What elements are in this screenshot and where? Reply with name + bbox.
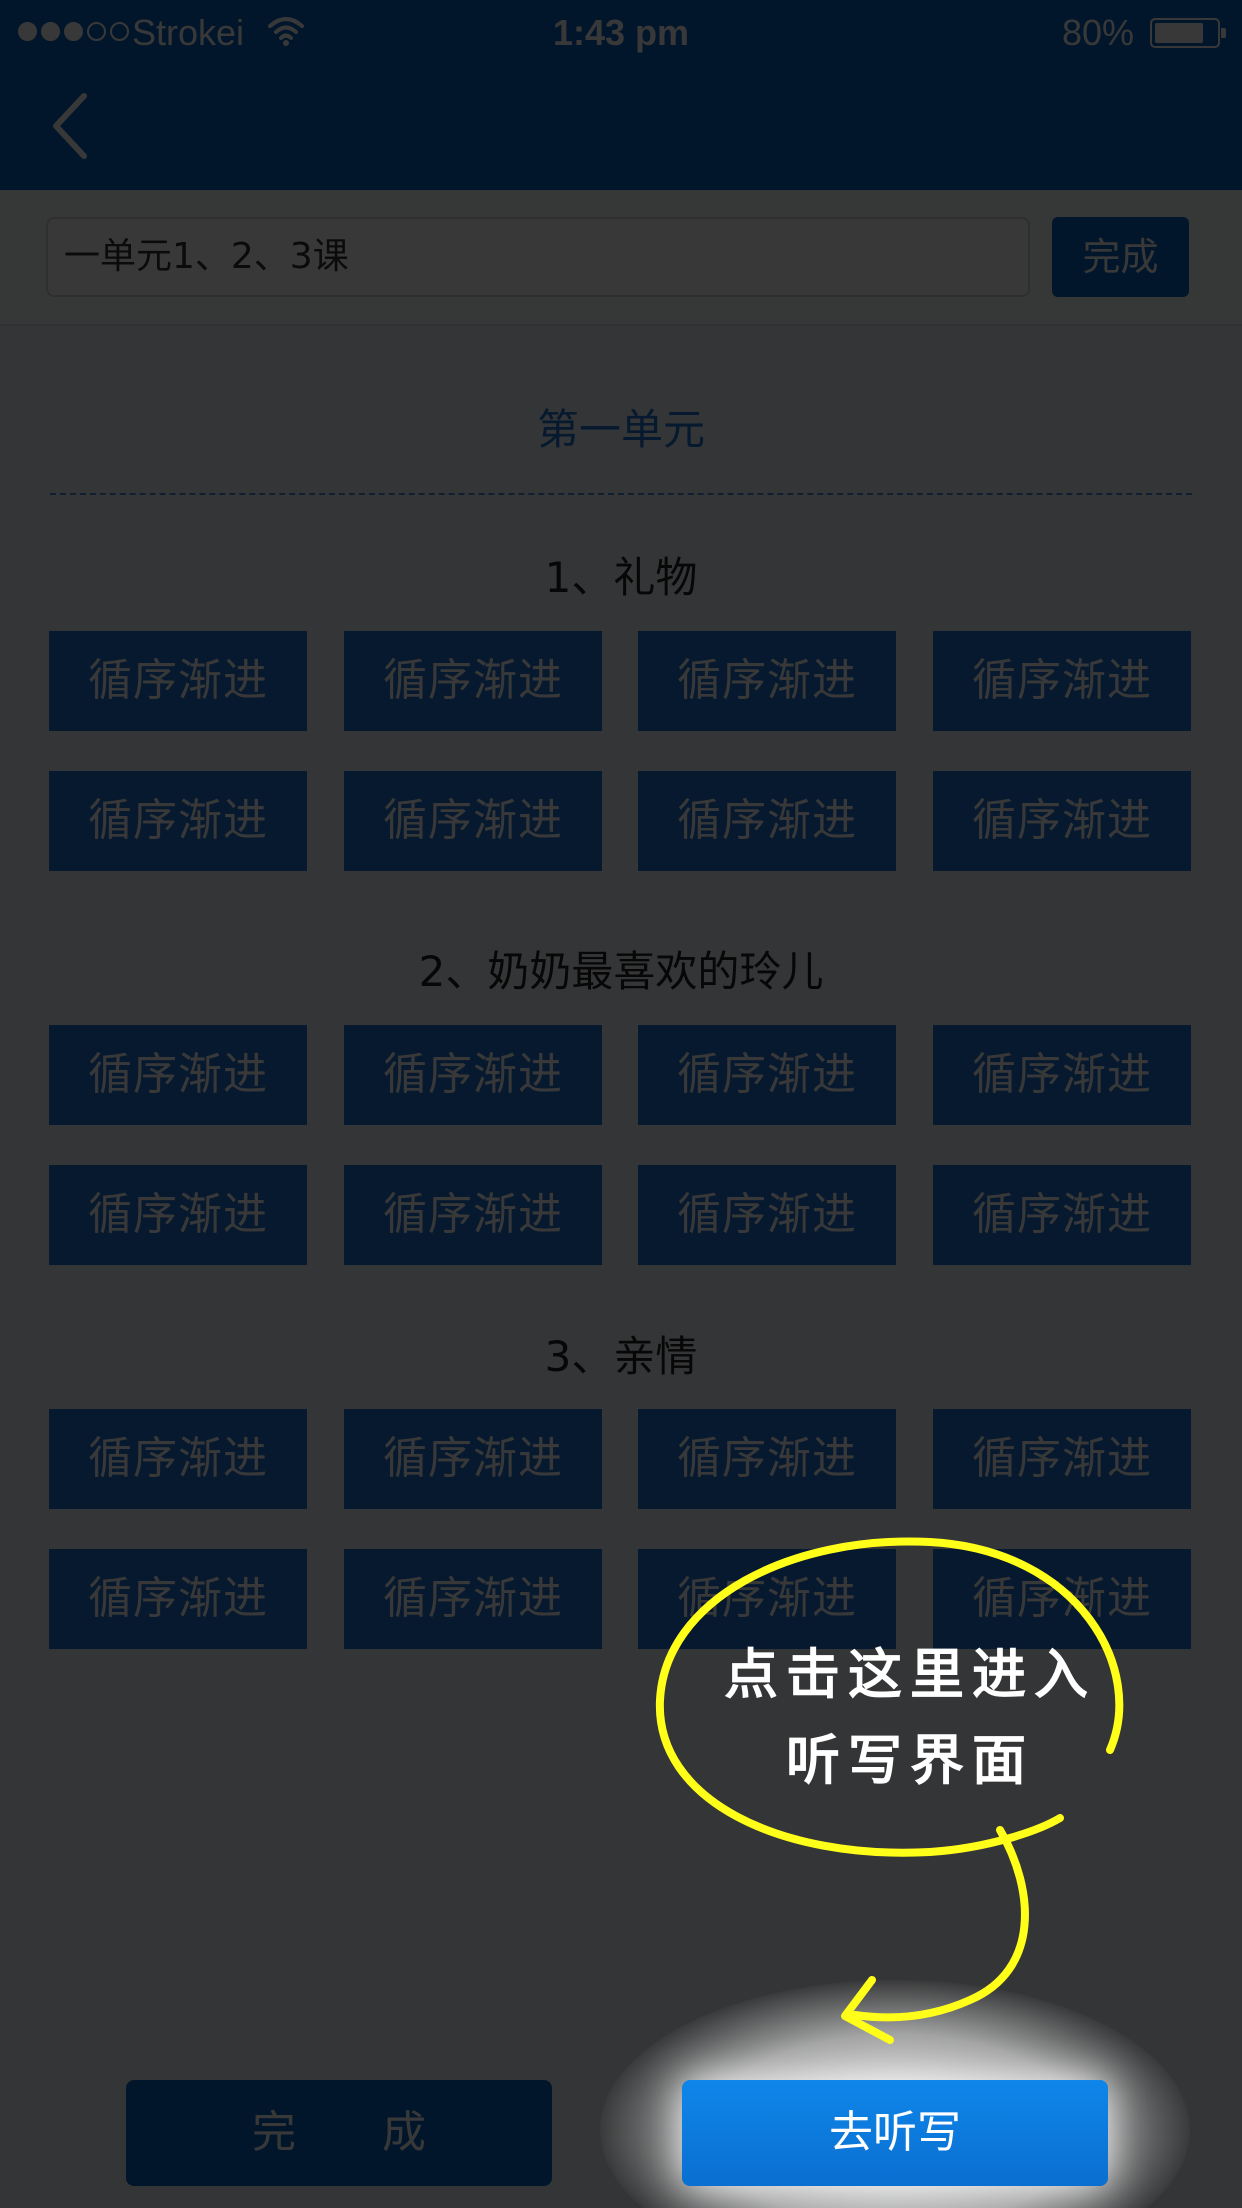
navigation-bar: Strokei 1:43 pm 80% [0, 0, 1242, 190]
word-chip[interactable]: 循序渐进 [49, 1025, 307, 1125]
word-chip[interactable]: 循序渐进 [638, 1165, 896, 1265]
hint-text-line1: 点击这里进入 [724, 1643, 1096, 1706]
status-time: 1:43 pm [552, 12, 690, 53]
word-chip[interactable]: 循序渐进 [933, 771, 1191, 871]
lesson-title: 1、礼物 [544, 553, 698, 602]
word-chip[interactable]: 循序渐进 [49, 631, 307, 731]
word-chip[interactable]: 循序渐进 [344, 1409, 602, 1509]
go-dictation-button[interactable]: 去听写 [682, 2080, 1108, 2186]
word-chip[interactable]: 循序渐进 [638, 631, 896, 731]
word-chip[interactable]: 循序渐进 [344, 1549, 602, 1649]
word-chip[interactable]: 循序渐进 [933, 631, 1191, 731]
divider [50, 493, 1192, 495]
word-chip[interactable]: 循序渐进 [638, 1025, 896, 1125]
word-chip[interactable]: 循序渐进 [638, 1409, 896, 1509]
hint-bubble-arrow [655, 1537, 1124, 2044]
word-chip[interactable]: 循序渐进 [344, 771, 602, 871]
word-chip[interactable]: 循序渐进 [638, 771, 896, 871]
finish-button[interactable]: 完 成 [126, 2080, 552, 2186]
word-chip[interactable]: 循序渐进 [49, 771, 307, 871]
search-done-button[interactable]: 完成 [1052, 217, 1189, 297]
battery-icon [1150, 18, 1226, 48]
word-chip[interactable]: 循序渐进 [933, 1025, 1191, 1125]
chevron-left-icon[interactable] [40, 88, 104, 164]
search-input[interactable]: 一单元1、2、3课 [46, 217, 1030, 297]
app-screen: Strokei 1:43 pm 80% 一单元1、2、3课 完成 第一单元 1、… [0, 0, 1242, 2208]
search-row: 一单元1、2、3课 完成 [0, 190, 1242, 326]
word-chip[interactable]: 循序渐进 [933, 1165, 1191, 1265]
word-chip[interactable]: 循序渐进 [344, 1165, 602, 1265]
lesson-title: 2、奶奶最喜欢的玲儿 [418, 947, 824, 996]
hint-text-line2: 听写界面 [786, 1729, 1034, 1792]
word-chip[interactable]: 循序渐进 [49, 1165, 307, 1265]
unit-title: 第一单元 [536, 405, 705, 454]
word-chip[interactable]: 循序渐进 [344, 1025, 602, 1125]
word-chip[interactable]: 循序渐进 [344, 631, 602, 731]
battery-percent: 80% [1062, 12, 1135, 53]
word-chip[interactable]: 循序渐进 [49, 1409, 307, 1509]
word-chip[interactable]: 循序渐进 [49, 1549, 307, 1649]
lesson-title: 3、亲情 [544, 1332, 698, 1381]
word-chip[interactable]: 循序渐进 [933, 1409, 1191, 1509]
status-bar: Strokei 1:43 pm 80% [0, 0, 1242, 66]
